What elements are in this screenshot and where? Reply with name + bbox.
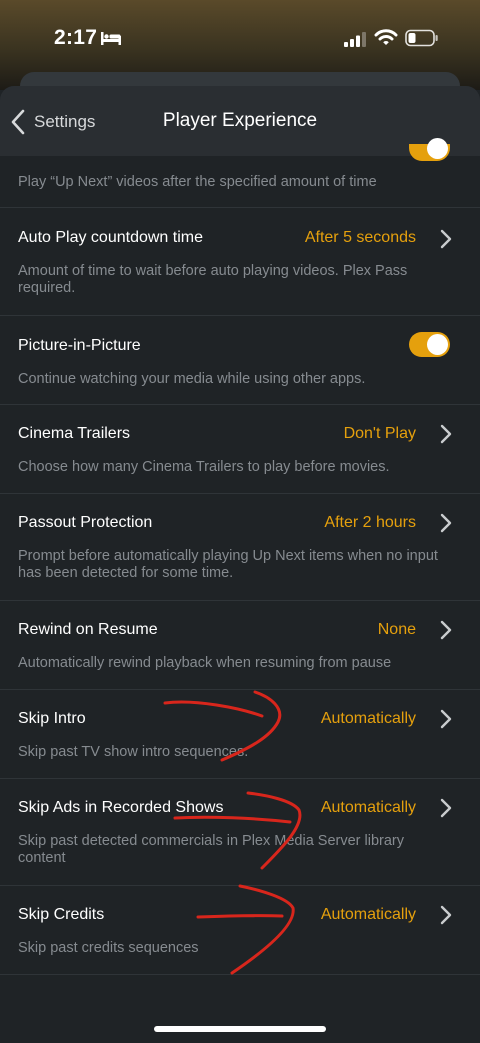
chevron-right-icon xyxy=(440,620,452,640)
setting-description: Skip past detected commercials in Plex M… xyxy=(18,833,405,866)
setting-title: Passout Protection xyxy=(18,514,153,531)
setting-title: Skip Intro xyxy=(18,710,86,727)
toggle-knob xyxy=(427,334,448,355)
chevron-right-icon xyxy=(440,229,452,249)
setting-title: Picture-in-Picture xyxy=(18,337,141,354)
home-indicator[interactable] xyxy=(154,1026,326,1032)
toggle-knob xyxy=(427,138,448,159)
cellular-signal-icon xyxy=(344,32,366,47)
setting-description: Prompt before automatically playing Up N… xyxy=(18,548,438,581)
picture-in-picture-toggle[interactable] xyxy=(409,332,450,357)
setting-description: Continue watching your media while using… xyxy=(18,371,366,387)
auto-play-toggle[interactable] xyxy=(409,138,450,161)
setting-description: Play “Up Next” videos after the specifie… xyxy=(18,174,377,190)
status-time: 2:17 xyxy=(54,26,98,49)
setting-value: Automatically xyxy=(320,799,416,816)
page-title: Player Experience xyxy=(162,110,318,131)
wifi-icon xyxy=(374,29,398,45)
setting-row-auto-play[interactable]: Play “Up Next” videos after the specifie… xyxy=(0,138,480,208)
setting-value: None xyxy=(377,621,416,638)
battery-icon xyxy=(405,29,438,47)
setting-description: Skip past TV show intro sequences. xyxy=(18,744,249,760)
setting-value: Automatically xyxy=(320,906,416,923)
setting-title: Rewind on Resume xyxy=(18,621,158,638)
chevron-right-icon xyxy=(440,424,452,444)
setting-title: Auto Play countdown time xyxy=(18,229,203,246)
setting-row-passout-protection[interactable]: Passout Protection After 2 hours Prompt … xyxy=(0,494,480,601)
setting-description: Choose how many Cinema Trailers to play … xyxy=(18,459,390,475)
settings-list: Play “Up Next” videos after the specifie… xyxy=(0,138,480,975)
setting-description: Amount of time to wait before auto playi… xyxy=(18,263,408,296)
setting-value: Automatically xyxy=(320,710,416,727)
setting-row-skip-ads[interactable]: Skip Ads in Recorded Shows Automatically… xyxy=(0,779,480,886)
chevron-right-icon xyxy=(440,905,452,925)
setting-description: Automatically rewind playback when resum… xyxy=(18,655,392,671)
setting-row-cinema-trailers[interactable]: Cinema Trailers Don't Play Choose how ma… xyxy=(0,405,480,494)
setting-value: Don't Play xyxy=(343,425,416,442)
settings-sheet: Settings Player Experience Play “Up Next… xyxy=(0,86,480,1043)
setting-row-rewind-on-resume[interactable]: Rewind on Resume None Automatically rewi… xyxy=(0,601,480,690)
setting-title: Cinema Trailers xyxy=(18,425,131,442)
chevron-right-icon xyxy=(440,513,452,533)
setting-title: Skip Credits xyxy=(18,906,105,923)
setting-row-skip-intro[interactable]: Skip Intro Automatically Skip past TV sh… xyxy=(0,690,480,779)
setting-value: After 5 seconds xyxy=(304,229,416,246)
setting-row-skip-credits[interactable]: Skip Credits Automatically Skip past cre… xyxy=(0,886,480,975)
sleep-bed-icon xyxy=(101,32,121,45)
navigation-bar: Settings Player Experience xyxy=(0,86,480,156)
status-bar: 2:17 xyxy=(0,0,480,80)
chevron-right-icon xyxy=(440,798,452,818)
setting-description: Skip past credits sequences xyxy=(18,940,199,956)
setting-row-auto-play-countdown[interactable]: Auto Play countdown time After 5 seconds… xyxy=(0,208,480,316)
setting-title: Skip Ads in Recorded Shows xyxy=(18,799,224,816)
chevron-right-icon xyxy=(440,709,452,729)
setting-value: After 2 hours xyxy=(324,514,416,531)
setting-row-picture-in-picture[interactable]: Picture-in-Picture Continue watching you… xyxy=(0,316,480,405)
